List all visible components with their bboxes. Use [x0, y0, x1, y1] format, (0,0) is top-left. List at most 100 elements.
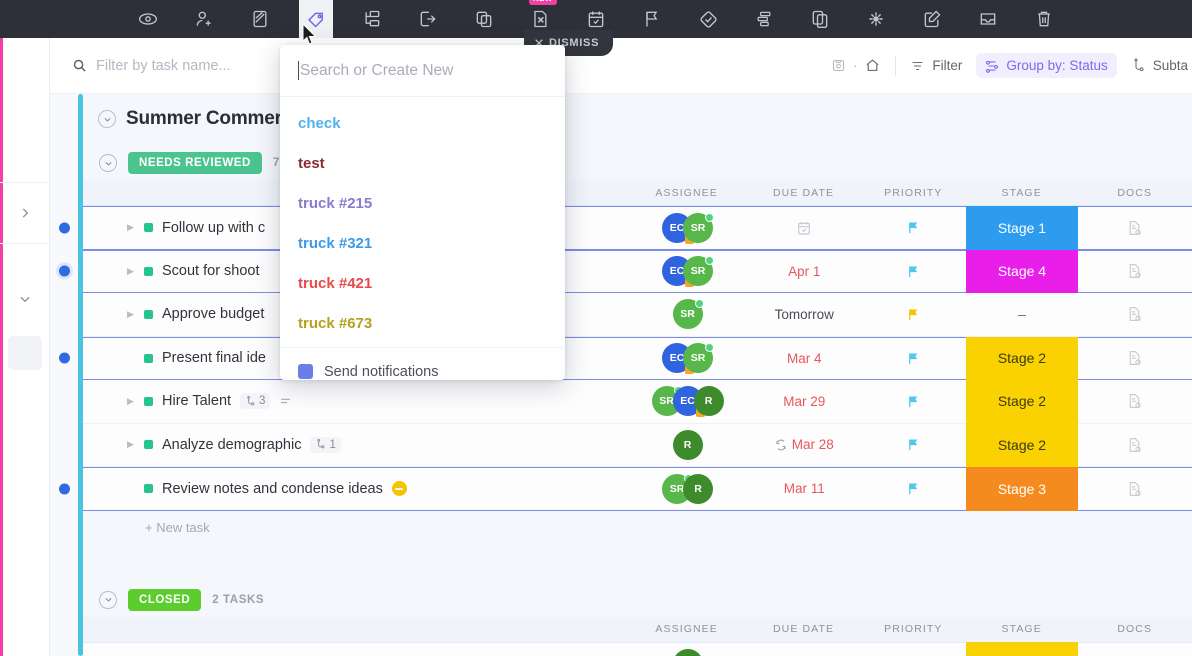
column-header[interactable]: ASSIGNEE	[627, 187, 746, 199]
avatar-group[interactable]: SR	[673, 299, 703, 329]
assignee-cell[interactable]: R	[628, 430, 747, 460]
task-status-square[interactable]	[144, 397, 153, 406]
merge-icon[interactable]	[859, 0, 893, 38]
column-header[interactable]: PRIORITY	[861, 187, 966, 199]
expand-triangle-icon[interactable]: ▶	[127, 309, 135, 320]
task-status-square[interactable]	[144, 440, 153, 449]
collapse-project-button[interactable]	[98, 110, 116, 128]
add-doc-icon[interactable]	[1126, 305, 1143, 323]
column-header[interactable]: ASSIGNEE	[627, 623, 746, 635]
task-name-cell[interactable]: ▶Hire Talent3	[83, 393, 628, 409]
send-notifications-checkbox[interactable]	[298, 364, 313, 379]
assignee-cell[interactable]: R	[628, 649, 747, 656]
due-date-cell[interactable]: Mar 11	[747, 481, 861, 496]
row-selected-indicator[interactable]	[59, 222, 70, 233]
expand-triangle-icon[interactable]: ▶	[127, 439, 135, 450]
add-doc-icon[interactable]	[1126, 219, 1143, 237]
task-status-square[interactable]	[144, 223, 153, 232]
docs-cell[interactable]	[1078, 480, 1192, 498]
assignee-cell[interactable]: ECSR	[628, 343, 747, 373]
table-row[interactable]: Analyze demographicRMar 7Stage 2	[83, 643, 1192, 656]
stage-cell[interactable]: Stage 3	[966, 467, 1077, 511]
calendar-icon[interactable]	[796, 220, 812, 236]
table-row[interactable]: Present final ideECSRMar 4Stage 2	[83, 337, 1192, 381]
column-header[interactable]: STAGE	[966, 623, 1078, 635]
subtasks-button[interactable]: Subta	[1131, 58, 1188, 73]
table-row[interactable]: Review notes and condense ideasSRRMar 11…	[83, 467, 1192, 511]
docs-cell[interactable]	[1078, 262, 1192, 280]
stage-cell[interactable]: Stage 1	[966, 206, 1077, 250]
avatar-group[interactable]: R	[673, 430, 703, 460]
status-badge[interactable]: CLOSED	[128, 589, 201, 611]
tag-option[interactable]: truck #321	[280, 223, 565, 263]
task-status-square[interactable]	[144, 354, 153, 363]
duplicate-icon[interactable]	[467, 0, 501, 38]
docs-cell[interactable]	[1078, 219, 1192, 237]
assignee-cell[interactable]: SRECR	[628, 386, 747, 416]
eye-icon[interactable]	[131, 0, 165, 38]
group-by-button[interactable]: Group by: Status	[976, 53, 1116, 78]
docs-cell[interactable]	[1078, 305, 1192, 323]
table-row[interactable]: ▶Follow up with cECSRStage 1	[83, 206, 1192, 250]
collapse-group-button[interactable]	[99, 591, 117, 609]
table-row[interactable]: ▶Hire Talent3SRECRMar 29Stage 2	[83, 380, 1192, 424]
priority-flag-icon[interactable]	[906, 481, 921, 496]
priority-cell[interactable]	[861, 481, 966, 496]
row-selected-indicator[interactable]	[59, 266, 70, 277]
assign-user-icon[interactable]	[187, 0, 221, 38]
expand-triangle-icon[interactable]: ▶	[127, 266, 135, 277]
delete-icon[interactable]	[1027, 0, 1061, 38]
table-row[interactable]: ▶Scout for shootECSRApr 1Stage 4	[83, 250, 1192, 294]
task-status-square[interactable]	[144, 484, 153, 493]
priority-flag-icon[interactable]	[906, 264, 921, 279]
avatar-group[interactable]: ECSR	[662, 343, 713, 373]
task-status-square[interactable]	[144, 310, 153, 319]
column-header[interactable]: DUE DATE	[746, 623, 861, 635]
approve-icon[interactable]	[691, 0, 725, 38]
priority-flag-icon[interactable]	[906, 437, 921, 452]
tag-option[interactable]: truck #215	[280, 183, 565, 223]
avatar[interactable]: R	[673, 649, 703, 656]
priority-cell[interactable]	[861, 394, 966, 409]
add-doc-icon[interactable]	[1126, 436, 1143, 454]
stage-cell[interactable]: Stage 4	[966, 250, 1077, 294]
add-doc-icon[interactable]	[1126, 262, 1143, 280]
table-row[interactable]: ▶Analyze demographic1RMar 28Stage 2	[83, 424, 1192, 468]
tag-option[interactable]: truck #673	[280, 303, 565, 343]
priority-cell[interactable]	[861, 437, 966, 452]
priority-flag-icon[interactable]	[906, 394, 921, 409]
tag-search-input[interactable]: Search or Create New	[280, 45, 565, 97]
avatar[interactable]: R	[683, 474, 713, 504]
row-selected-indicator[interactable]	[59, 353, 70, 364]
priority-flag-icon[interactable]	[906, 307, 921, 322]
docs-cell[interactable]	[1078, 349, 1192, 367]
avatar[interactable]: SR	[683, 256, 713, 286]
priority-flag-icon[interactable]	[906, 220, 921, 235]
status-icon[interactable]	[243, 0, 277, 38]
gantt-icon[interactable]	[747, 0, 781, 38]
avatar-group[interactable]: ECSR	[662, 256, 713, 286]
task-name-cell[interactable]: ▶Analyze demographic1	[83, 437, 628, 453]
send-notifications-row[interactable]: Send notifications	[280, 347, 565, 380]
due-date-cell[interactable]: Mar 4	[747, 351, 861, 366]
add-doc-icon[interactable]	[1126, 349, 1143, 367]
task-status-square[interactable]	[144, 267, 153, 276]
table-row[interactable]: ▶Approve budgetSRTomorrow–	[83, 293, 1192, 337]
avatar-group[interactable]: R	[673, 649, 703, 656]
tag-option[interactable]: truck #421	[280, 263, 565, 303]
priority-flag-icon[interactable]	[635, 0, 669, 38]
tag-icon[interactable]	[299, 0, 333, 38]
expand-sidebar-button[interactable]	[0, 182, 50, 244]
task-name-cell[interactable]: Review notes and condense ideas	[83, 481, 628, 497]
assignee-cell[interactable]: SR	[628, 299, 747, 329]
row-selected-indicator[interactable]	[59, 483, 70, 494]
priority-cell[interactable]	[861, 220, 966, 235]
priority-cell[interactable]	[861, 307, 966, 322]
search-input[interactable]: Filter by task name...	[50, 58, 290, 74]
tag-option[interactable]: test	[280, 143, 565, 183]
priority-cell[interactable]	[861, 264, 966, 279]
archive-icon[interactable]	[971, 0, 1005, 38]
save-view-button[interactable]: ·	[831, 57, 881, 74]
stage-cell[interactable]: Stage 2	[966, 423, 1077, 467]
blocked-badge-icon[interactable]	[392, 481, 407, 496]
